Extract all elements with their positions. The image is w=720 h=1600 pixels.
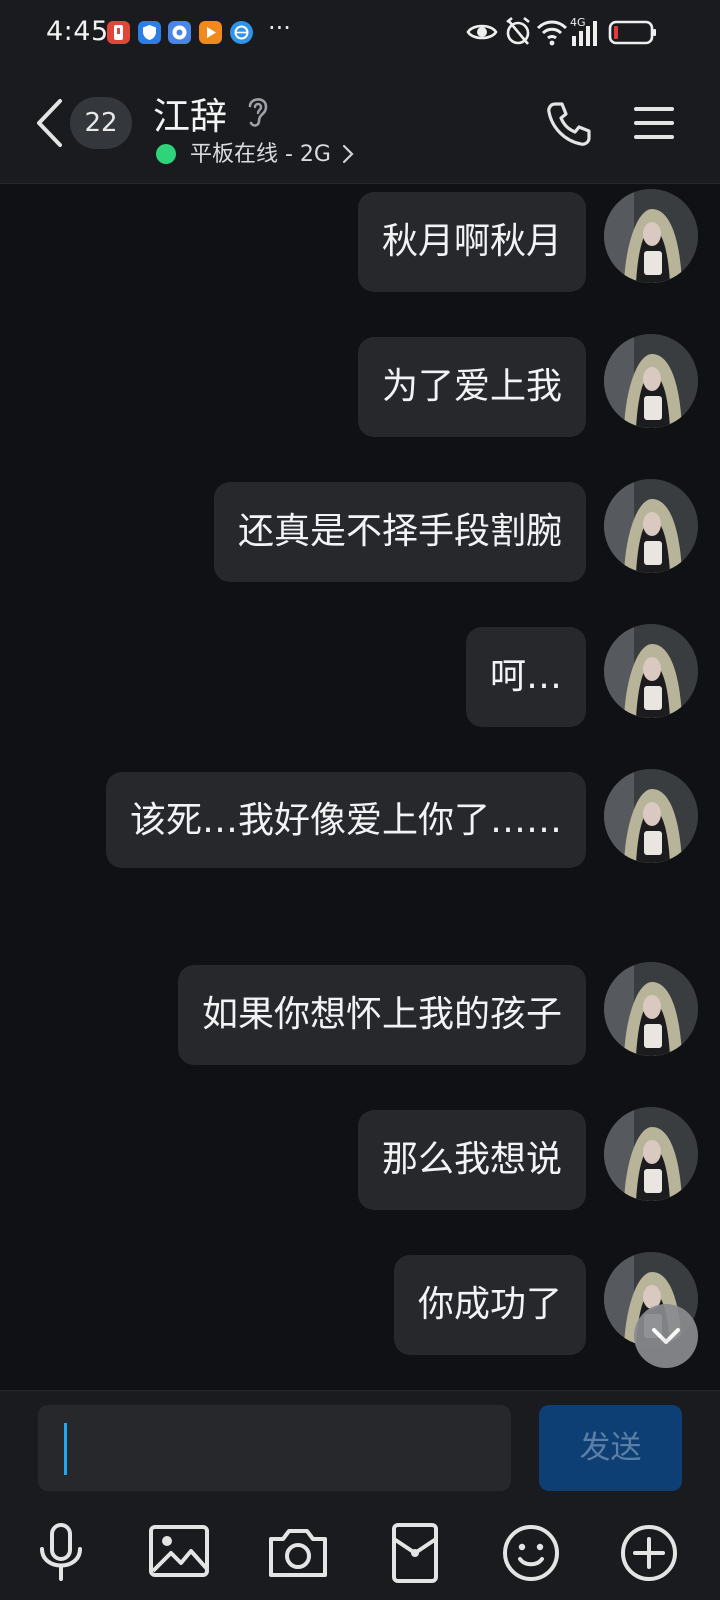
message-bubble[interactable]: 呵… xyxy=(465,627,586,727)
avatar[interactable] xyxy=(604,769,698,863)
online-status-text[interactable]: 平板在线 - 2G xyxy=(190,136,331,168)
microphone-icon xyxy=(40,1523,82,1581)
contact-name[interactable]: 江辞 xyxy=(153,86,227,140)
scroll-to-bottom-button[interactable] xyxy=(634,1304,698,1368)
status-bar: 4:45 ··· 4G xyxy=(0,0,720,64)
send-button[interactable]: 发送 xyxy=(539,1405,682,1491)
battery-icon xyxy=(608,20,656,45)
alarm-off-icon xyxy=(506,16,530,45)
chevron-right-icon[interactable] xyxy=(342,144,354,164)
phone-call-icon[interactable] xyxy=(545,100,593,148)
online-status-dot xyxy=(156,144,176,164)
avatar[interactable] xyxy=(604,189,698,283)
avatar[interactable] xyxy=(604,962,698,1056)
emoji-icon xyxy=(503,1525,559,1581)
image-icon xyxy=(149,1525,209,1577)
message-bubble[interactable]: 还真是不择手段割腕 xyxy=(213,482,586,582)
camera-button[interactable] xyxy=(263,1521,333,1585)
music-app-icon xyxy=(168,21,191,44)
notification-app-icon xyxy=(107,21,130,44)
avatar[interactable] xyxy=(604,334,698,428)
menu-icon[interactable] xyxy=(634,106,674,140)
browser-app-icon xyxy=(230,21,253,44)
message-bubble[interactable]: 为了爱上我 xyxy=(357,337,586,437)
more-actions-button[interactable] xyxy=(614,1521,684,1585)
message-bubble[interactable]: 那么我想说 xyxy=(357,1110,586,1210)
red-packet-button[interactable] xyxy=(380,1521,450,1585)
red-packet-icon xyxy=(392,1523,438,1583)
image-button[interactable] xyxy=(145,1521,215,1585)
avatar[interactable] xyxy=(604,479,698,573)
more-notifications-icon: ··· xyxy=(268,14,291,42)
composer-bar: 发送 xyxy=(0,1390,720,1600)
earpiece-mode-icon[interactable] xyxy=(244,92,272,130)
voice-button[interactable] xyxy=(26,1521,96,1585)
eye-icon xyxy=(466,24,498,40)
avatar[interactable] xyxy=(604,1107,698,1201)
video-app-icon xyxy=(199,21,222,44)
back-arrow-icon[interactable] xyxy=(34,98,64,148)
plus-icon xyxy=(621,1525,677,1581)
system-icons: 4G xyxy=(466,16,666,48)
avatar[interactable] xyxy=(604,624,698,718)
message-list[interactable]: 秋月啊秋月 为了爱上我 还真是不择手段割腕 呵… 该死…我好像爱上你了…… 如果… xyxy=(0,185,720,1390)
message-input[interactable] xyxy=(38,1405,511,1491)
text-cursor xyxy=(64,1423,67,1475)
chevron-down-icon xyxy=(652,1328,680,1344)
signal-icon xyxy=(572,21,597,46)
message-bubble[interactable]: 秋月啊秋月 xyxy=(357,192,586,292)
message-bubble[interactable]: 你成功了 xyxy=(393,1255,586,1355)
message-bubble[interactable]: 如果你想怀上我的孩子 xyxy=(177,965,586,1065)
unread-count-badge[interactable]: 22 xyxy=(70,97,132,149)
status-time: 4:45 xyxy=(46,16,109,47)
camera-icon xyxy=(269,1529,327,1577)
message-bubble[interactable]: 该死…我好像爱上你了…… xyxy=(106,772,586,868)
wifi-icon xyxy=(536,20,568,46)
shield-app-icon xyxy=(138,21,161,44)
chat-header: 22 江辞 平板在线 - 2G xyxy=(0,64,720,184)
emoji-button[interactable] xyxy=(496,1521,566,1585)
